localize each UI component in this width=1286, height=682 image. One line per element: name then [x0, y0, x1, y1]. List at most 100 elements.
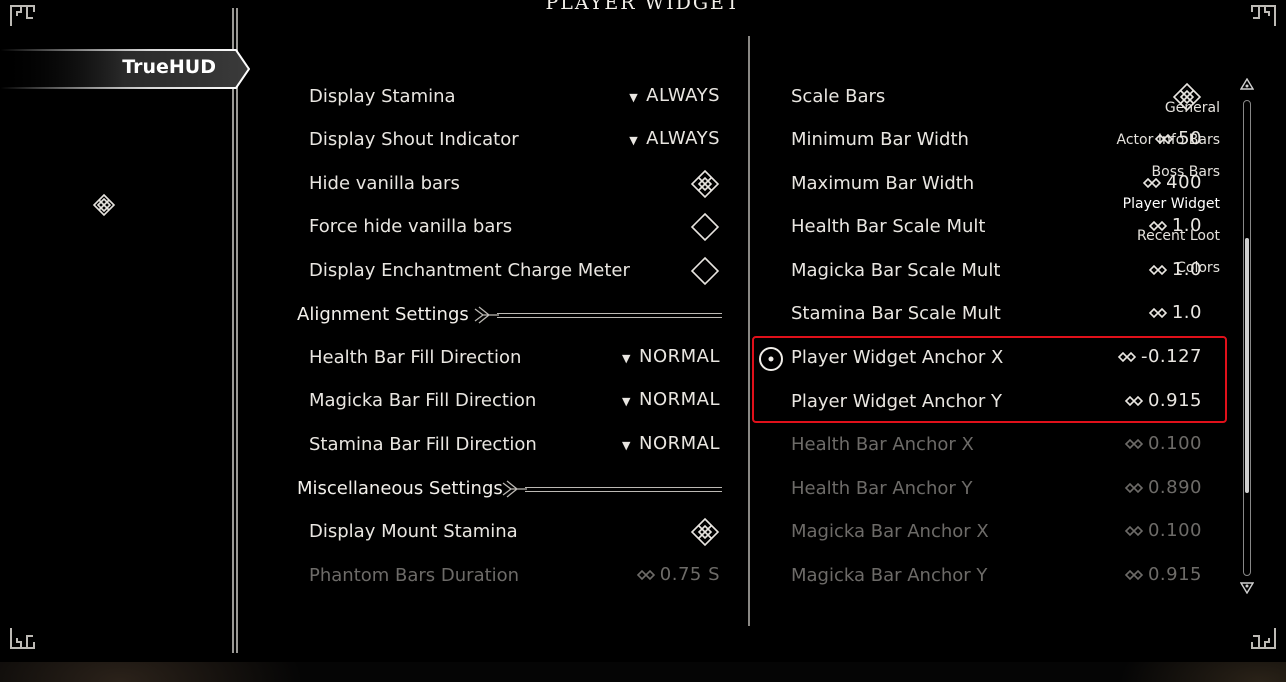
- option-maximum-bar-width[interactable]: Maximum Bar Width 400: [791, 165, 1202, 205]
- option-scale-bars[interactable]: Scale Bars: [791, 78, 1202, 118]
- dropdown-value-text: NORMAL: [638, 346, 720, 367]
- slider-diamond-icon: [1148, 307, 1167, 319]
- section-header-label: Alignment Settings: [297, 304, 469, 325]
- option-stamina-bar-scale-mult[interactable]: Stamina Bar Scale Mult 1.0: [791, 295, 1202, 335]
- option-health-bar-anchor-y[interactable]: Health Bar Anchor Y 0.890: [791, 470, 1202, 510]
- dropdown-value-text: ALWAYS: [646, 128, 720, 149]
- option-slider-value: 1.0: [1148, 215, 1202, 236]
- option-label: Magicka Bar Anchor Y: [791, 565, 988, 586]
- checkbox-checked-icon[interactable]: [690, 517, 720, 552]
- option-label: Magicka Bar Anchor X: [791, 521, 989, 542]
- option-hide-vanilla-bars[interactable]: Hide vanilla bars: [309, 165, 720, 205]
- option-dropdown-value: ▼ ALWAYS: [629, 85, 720, 106]
- selected-page-knot-icon: [92, 193, 116, 217]
- dropdown-arrow-icon: ▼: [622, 352, 631, 365]
- slider-value-text: 1.0: [1171, 215, 1202, 236]
- option-slider-value: 0.915: [1124, 564, 1202, 585]
- option-dropdown-value: ▼ ALWAYS: [629, 128, 720, 149]
- option-slider-value: 400: [1142, 172, 1202, 193]
- option-label: Force hide vanilla bars: [309, 216, 513, 237]
- header-knot-icon: [473, 305, 499, 325]
- option-slider-value: 0.75 S: [636, 564, 720, 585]
- option-label: Stamina Bar Scale Mult: [791, 303, 1001, 324]
- scroll-up-arrow-icon[interactable]: [1239, 77, 1255, 94]
- header-rule: [497, 313, 722, 318]
- slider-diamond-icon: [1148, 220, 1167, 232]
- scroll-down-arrow-icon[interactable]: [1239, 576, 1255, 595]
- slider-diamond-icon: [1148, 264, 1167, 276]
- option-slider-value: 1.0: [1148, 259, 1202, 280]
- dropdown-arrow-icon: ▼: [622, 439, 631, 452]
- option-display-stamina[interactable]: Display Stamina ▼ ALWAYS: [309, 78, 720, 118]
- option-magicka-bar-anchor-y[interactable]: Magicka Bar Anchor Y 0.915: [791, 557, 1202, 597]
- dropdown-value-text: NORMAL: [638, 433, 720, 454]
- option-magicka-bar-scale-mult[interactable]: Magicka Bar Scale Mult 1.0: [791, 252, 1202, 292]
- mod-tab-label: TrueHUD: [122, 56, 216, 78]
- dropdown-arrow-icon: ▼: [629, 91, 639, 104]
- scroll-thumb[interactable]: [1245, 238, 1249, 493]
- option-magicka-bar-anchor-x[interactable]: Magicka Bar Anchor X 0.100: [791, 513, 1202, 553]
- slider-value-text: 0.100: [1147, 433, 1202, 454]
- section-header-miscellaneous: Miscellaneous Settings: [297, 470, 722, 510]
- slider-value-text: 0.890: [1147, 477, 1202, 498]
- slider-diamond-icon: [1124, 569, 1144, 581]
- header-rule: [525, 487, 722, 492]
- option-slider-value: 0.100: [1124, 433, 1202, 454]
- option-label: Stamina Bar Fill Direction: [309, 434, 537, 455]
- option-slider-value: 1.0: [1148, 302, 1202, 323]
- page-title: PLAYER WIDGET: [545, 0, 741, 14]
- dropdown-arrow-icon: ▼: [622, 395, 631, 408]
- corner-ornament-bottom-right: [1246, 622, 1278, 654]
- option-display-mount-stamina[interactable]: Display Mount Stamina: [309, 513, 720, 553]
- sidebar-divider: [232, 8, 238, 653]
- option-label: Maximum Bar Width: [791, 173, 975, 194]
- option-label: Magicka Bar Fill Direction: [309, 390, 537, 411]
- option-label: Magicka Bar Scale Mult: [791, 260, 1001, 281]
- slider-diamond-icon: [636, 569, 655, 581]
- slider-diamond-icon: [1124, 482, 1144, 494]
- option-display-enchantment-charge-meter[interactable]: Display Enchantment Charge Meter: [309, 252, 720, 292]
- option-label: Phantom Bars Duration: [309, 565, 520, 586]
- option-minimum-bar-width[interactable]: Minimum Bar Width 50: [791, 121, 1202, 161]
- option-display-shout-indicator[interactable]: Display Shout Indicator ▼ ALWAYS: [309, 121, 720, 161]
- option-slider-value: 0.100: [1124, 520, 1202, 541]
- option-label: Health Bar Anchor X: [791, 434, 974, 455]
- option-dropdown-value: ▼ NORMAL: [622, 389, 720, 410]
- mod-tab-truehud[interactable]: TrueHUD: [0, 46, 250, 92]
- checkbox-checked-icon[interactable]: [690, 169, 720, 204]
- option-label: Health Bar Scale Mult: [791, 216, 986, 237]
- slider-diamond-icon: [1143, 177, 1162, 189]
- option-label: Display Shout Indicator: [309, 129, 519, 150]
- option-health-bar-anchor-x[interactable]: Health Bar Anchor X 0.100: [791, 426, 1202, 466]
- option-magicka-bar-fill-direction[interactable]: Magicka Bar Fill Direction ▼ NORMAL: [309, 382, 720, 422]
- option-slider-value: 0.890: [1124, 477, 1202, 498]
- option-label: Health Bar Anchor Y: [791, 478, 973, 499]
- checkbox-checked-icon[interactable]: [1172, 82, 1202, 117]
- dropdown-value-text: NORMAL: [638, 389, 720, 410]
- option-label: Display Mount Stamina: [309, 521, 518, 542]
- option-label: Display Enchantment Charge Meter: [309, 260, 630, 281]
- slider-diamond-icon: [1154, 133, 1174, 145]
- dropdown-arrow-icon: ▼: [629, 134, 639, 147]
- scrollbar[interactable]: [1238, 77, 1258, 598]
- option-phantom-bars-duration[interactable]: Phantom Bars Duration 0.75 S: [309, 557, 720, 597]
- checkbox-unchecked-icon[interactable]: [690, 256, 720, 291]
- option-stamina-bar-fill-direction[interactable]: Stamina Bar Fill Direction ▼ NORMAL: [309, 426, 720, 466]
- checkbox-unchecked-icon[interactable]: [690, 212, 720, 247]
- highlight-box: [752, 336, 1227, 423]
- slider-value-text: 400: [1166, 172, 1202, 193]
- option-health-bar-fill-direction[interactable]: Health Bar Fill Direction ▼ NORMAL: [309, 339, 720, 379]
- column-divider: [748, 36, 750, 626]
- slider-value-text: 0.915: [1147, 564, 1202, 585]
- cursor-ring-icon: [758, 346, 784, 372]
- slider-value-text: 0.100: [1147, 520, 1202, 541]
- slider-diamond-icon: [1124, 438, 1144, 450]
- option-health-bar-scale-mult[interactable]: Health Bar Scale Mult 1.0: [791, 208, 1202, 248]
- option-slider-value: 50: [1154, 128, 1202, 149]
- option-label: Health Bar Fill Direction: [309, 347, 522, 368]
- option-dropdown-value: ▼ NORMAL: [622, 433, 720, 454]
- option-label: Scale Bars: [791, 86, 886, 107]
- header-knot-icon: [501, 479, 527, 499]
- section-header-label: Miscellaneous Settings: [297, 478, 503, 499]
- option-force-hide-vanilla-bars[interactable]: Force hide vanilla bars: [309, 208, 720, 248]
